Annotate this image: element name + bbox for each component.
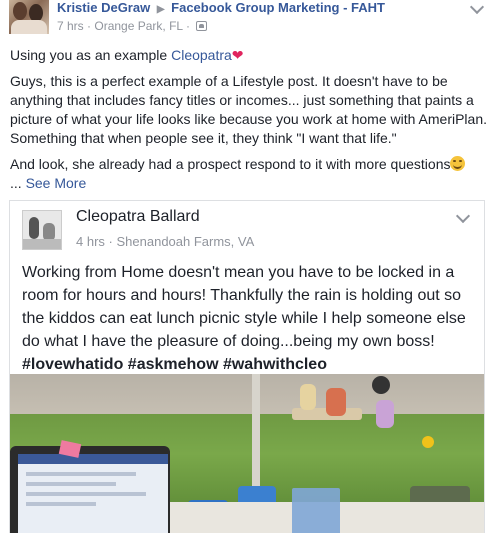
see-more-link[interactable]: See More <box>26 175 87 191</box>
child-figure <box>300 384 316 410</box>
child-figure <box>326 388 346 416</box>
chevron-down-icon[interactable] <box>469 0 485 15</box>
shared-author-name[interactable]: Cleopatra Ballard <box>76 208 200 226</box>
post-paragraph: And look, she already had a prospect res… <box>10 155 488 193</box>
shared-timestamp[interactable]: 4 hrs <box>76 234 105 249</box>
post-paragraph: Guys, this is a perfect example of a Lif… <box>10 73 488 146</box>
paragraph-text: And look, she already had a prospect res… <box>10 156 451 172</box>
meta-separator: · <box>87 19 92 33</box>
author-name-link[interactable]: Kristie DeGraw <box>57 0 150 15</box>
vehicle-wheel <box>372 376 390 394</box>
flower <box>422 436 434 448</box>
shared-author-avatar[interactable] <box>22 210 62 250</box>
hashtags[interactable]: #lovewhatido #askmehow #wahwithcleo <box>22 356 327 373</box>
post-body: Using you as an example Cleopatra❤ Guys,… <box>10 46 488 193</box>
shared-post-text: Working from Home doesn't mean you have … <box>22 261 477 376</box>
shared-post-card[interactable]: Cleopatra Ballard 4 hrs · Shenandoah Far… <box>9 200 485 533</box>
meta-separator: · <box>185 19 190 33</box>
post-location[interactable]: Orange Park, FL <box>94 19 182 33</box>
laptop <box>10 446 170 533</box>
arrow-right-icon: ▶ <box>156 4 165 15</box>
shared-post-meta: 4 hrs · Shenandoah Farms, VA <box>76 234 254 249</box>
post-title-line: Kristie DeGraw ▶ Facebook Group Marketin… <box>57 0 385 15</box>
post-header: Kristie DeGraw ▶ Facebook Group Marketin… <box>0 0 494 40</box>
shared-location[interactable]: Shenandoah Farms, VA <box>117 234 255 249</box>
ellipsis-text: ... <box>10 175 26 191</box>
laptop-screen <box>18 454 168 533</box>
shared-post-photo[interactable] <box>10 374 484 533</box>
mention-link[interactable]: Cleopatra <box>171 47 232 63</box>
heart-icon: ❤ <box>231 47 244 63</box>
chevron-down-icon[interactable] <box>455 208 471 224</box>
group-name-link[interactable]: Facebook Group Marketing - FAHT <box>171 0 385 15</box>
group-icon <box>196 21 208 31</box>
shared-text-body: Working from Home doesn't mean you have … <box>22 264 466 350</box>
post-meta: 7 hrs · Orange Park, FL · <box>57 19 208 33</box>
paragraph-text: Using you as an example <box>10 47 172 63</box>
smile-icon <box>450 156 466 171</box>
post-timestamp[interactable]: 7 hrs <box>57 19 84 33</box>
blue-cup <box>292 488 340 533</box>
child-figure <box>376 400 394 428</box>
meta-separator: · <box>108 234 113 249</box>
author-avatar[interactable] <box>9 0 49 34</box>
post-paragraph: Using you as an example Cleopatra❤ <box>10 46 488 65</box>
